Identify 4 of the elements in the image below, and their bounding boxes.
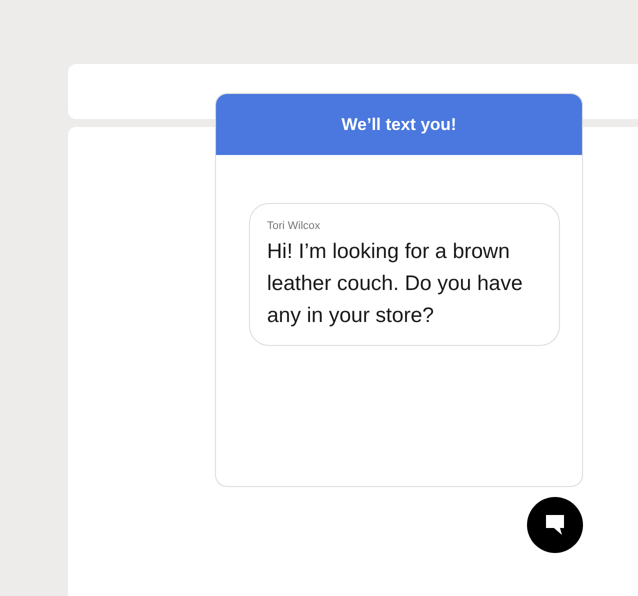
- speech-bubble-icon: [546, 515, 564, 535]
- sender-name: Tori Wilcox: [267, 219, 322, 233]
- widget-title: We’ll text you!: [342, 114, 456, 136]
- message-text: Hi! I’m looking for a brown leather couch. Do you have any in your store?: [267, 239, 524, 329]
